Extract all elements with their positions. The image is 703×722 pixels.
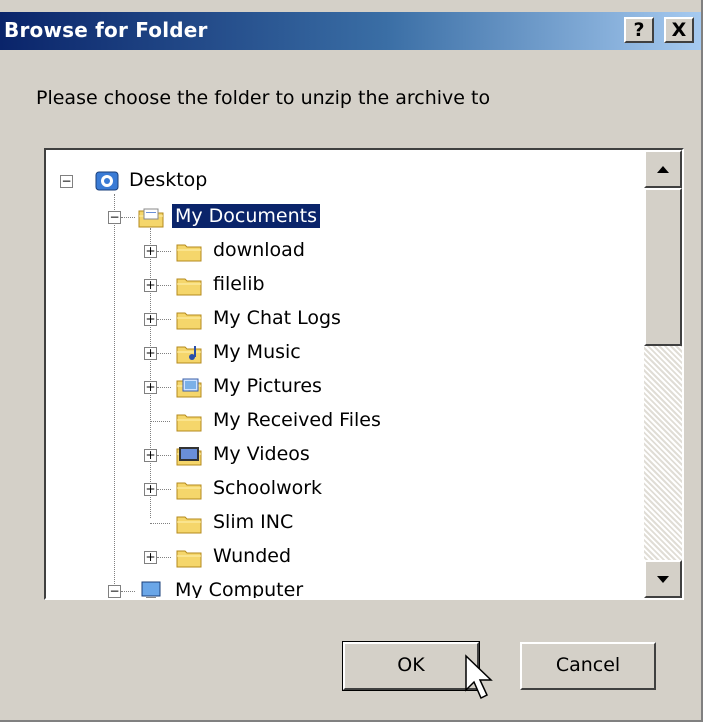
tree-connector-line — [157, 319, 171, 320]
collapse-icon[interactable]: − — [60, 175, 73, 188]
tree-item-label: My Documents — [172, 204, 321, 228]
tree-connector-line — [150, 523, 170, 524]
tree-item[interactable]: Slim INC — [46, 506, 644, 540]
folder-tree: − Desktop − My Documents + download + filelib + M… — [46, 150, 644, 598]
folder-icon — [176, 308, 202, 330]
tree-item-label: My Music — [213, 341, 301, 363]
folder-icon — [176, 478, 202, 500]
expand-icon[interactable]: + — [144, 449, 157, 462]
expand-icon[interactable]: + — [144, 347, 157, 360]
tree-connector-line — [157, 557, 171, 558]
scroll-up-button[interactable] — [644, 150, 682, 188]
expand-icon[interactable]: + — [144, 483, 157, 496]
tree-item[interactable]: + My Pictures — [46, 370, 644, 404]
dialog-title: Browse for Folder — [4, 18, 208, 42]
tree-item[interactable]: + filelib — [46, 268, 644, 302]
tree-item-label: Schoolwork — [213, 477, 323, 499]
folder-tree-view[interactable]: − Desktop − My Documents + download + filelib + M… — [44, 148, 684, 600]
expand-icon[interactable]: + — [144, 279, 157, 292]
tree-item-label: download — [213, 239, 305, 261]
tree-item[interactable]: − My Computer — [46, 574, 644, 600]
expand-icon[interactable]: + — [144, 245, 157, 258]
tree-item[interactable]: + My Chat Logs — [46, 302, 644, 336]
tree-item-label: Slim INC — [213, 511, 294, 533]
folder-icon — [176, 512, 202, 534]
collapse-icon[interactable]: − — [108, 211, 121, 224]
tree-connector-line — [157, 285, 171, 286]
title-bar[interactable]: Browse for Folder ? X — [0, 12, 701, 50]
folder-icon — [176, 546, 202, 568]
mouse-pointer-icon — [465, 654, 493, 700]
tree-item-label: Desktop — [129, 169, 208, 191]
tree-item-label: My Videos — [213, 443, 310, 465]
desktop-icon — [94, 170, 120, 192]
tree-connector-line — [157, 251, 171, 252]
collapse-icon[interactable]: − — [108, 585, 121, 598]
tree-item[interactable]: + download — [46, 234, 644, 268]
tree-connector-line — [121, 591, 135, 592]
tree-item-label: My Pictures — [213, 375, 322, 397]
browse-for-folder-dialog: Browse for Folder ? X Please choose the … — [0, 0, 703, 722]
expand-icon[interactable]: + — [144, 381, 157, 394]
folder-icon — [176, 240, 202, 262]
tree-item-label: My Chat Logs — [213, 307, 341, 329]
help-button[interactable]: ? — [624, 17, 654, 43]
tree-item[interactable]: − My Documents — [46, 200, 644, 234]
tree-item[interactable]: + My Music — [46, 336, 644, 370]
tree-item[interactable]: + Schoolwork — [46, 472, 644, 506]
expand-icon[interactable]: + — [144, 551, 157, 564]
tree-item[interactable]: + Wunded — [46, 540, 644, 574]
tree-item[interactable]: My Received Files — [46, 404, 644, 438]
folder-icon — [176, 410, 202, 432]
tree-connector-line — [157, 387, 171, 388]
tree-connector-line — [157, 489, 171, 490]
tree-item-label: My Received Files — [213, 409, 381, 431]
instruction-text: Please choose the folder to unzip the ar… — [36, 87, 491, 109]
folder-icon — [176, 274, 202, 296]
arrow-up-icon — [657, 166, 669, 173]
tree-item[interactable]: + My Videos — [46, 438, 644, 472]
tree-connector-line — [121, 217, 135, 218]
tree-connector-line — [150, 421, 170, 422]
tree-connector-line — [157, 353, 171, 354]
tree-item-label: My Computer — [175, 579, 304, 600]
tree-connector-line — [157, 455, 171, 456]
pictures-folder-icon — [176, 376, 202, 398]
cancel-button[interactable]: Cancel — [520, 642, 656, 690]
vertical-scrollbar[interactable] — [644, 150, 682, 598]
tree-item[interactable]: − Desktop — [46, 164, 644, 198]
music-folder-icon — [176, 342, 202, 364]
computer-icon — [138, 580, 164, 598]
scroll-thumb[interactable] — [644, 188, 682, 346]
expand-icon[interactable]: + — [144, 313, 157, 326]
videos-folder-icon — [176, 444, 202, 466]
my-documents-icon — [138, 206, 164, 228]
ok-button[interactable]: OK — [342, 641, 480, 691]
tree-item-label: filelib — [213, 273, 265, 295]
tree-item-label: Wunded — [213, 545, 292, 567]
close-button[interactable]: X — [664, 17, 694, 43]
scroll-down-button[interactable] — [644, 560, 682, 598]
arrow-down-icon — [657, 576, 669, 583]
